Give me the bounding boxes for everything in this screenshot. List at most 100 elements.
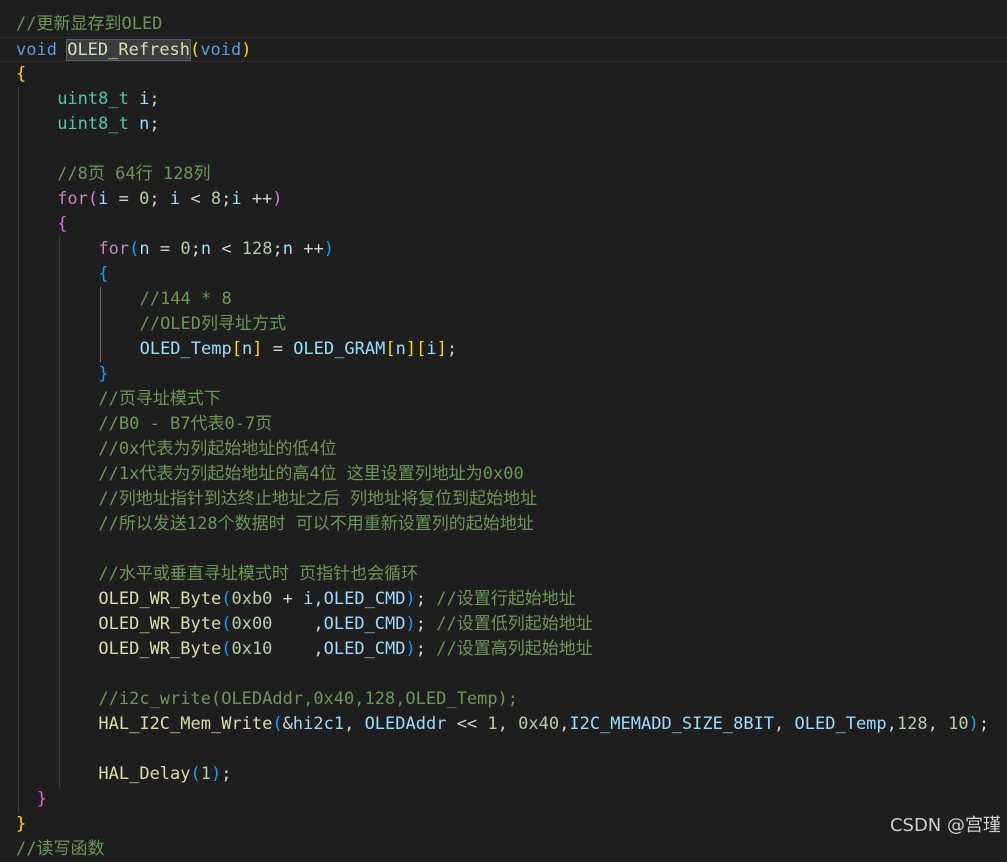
code-token: [: [385, 339, 396, 359]
code-token: 0: [139, 189, 150, 209]
code-token: ;: [415, 639, 437, 659]
code-line[interactable]: [0, 737, 1007, 762]
code-token: ;: [272, 239, 283, 259]
code-line[interactable]: }: [0, 362, 1007, 387]
code-token: i: [139, 89, 150, 109]
code-line[interactable]: uint8_t i;: [0, 87, 1007, 112]
code-token: }: [98, 364, 109, 384]
code-token: (: [190, 764, 201, 784]
code-line[interactable]: //页寻址模式下: [0, 387, 1007, 412]
code-token: //更新显存到OLED: [16, 14, 163, 34]
code-line[interactable]: //8页 64行 128列: [0, 162, 1007, 187]
code-token: ): [241, 40, 252, 60]
code-line[interactable]: //更新显存到OLED: [0, 12, 1007, 37]
code-token: ,: [344, 714, 365, 734]
code-token: //所以发送128个数据时 可以不用重新设置列的起始地址: [98, 514, 534, 534]
code-token: <<: [446, 714, 488, 734]
code-line[interactable]: HAL_Delay(1);: [0, 762, 1007, 787]
code-token: &: [282, 714, 293, 734]
code-token: ,: [272, 639, 324, 659]
code-token: 0: [180, 239, 191, 259]
code-token: OLED_WR_Byte: [98, 639, 222, 659]
code-line[interactable]: void OLED_Refresh(void): [0, 37, 1007, 62]
code-token: (: [272, 714, 283, 734]
code-token: //B0 - B7代表0-7页: [98, 414, 273, 434]
code-token: n: [282, 239, 294, 259]
code-token: ;: [190, 239, 201, 259]
code-token: OLED_GRAM: [293, 339, 386, 359]
code-line[interactable]: OLED_Temp[n] = OLED_GRAM[n][i];: [0, 337, 1007, 362]
code-token: 0x10: [231, 639, 273, 659]
code-line[interactable]: {: [0, 62, 1007, 87]
code-line[interactable]: }: [0, 812, 1007, 837]
code-line[interactable]: OLED_WR_Byte(0xb0 + i,OLED_CMD); //设置行起始…: [0, 587, 1007, 612]
code-line[interactable]: {: [0, 212, 1007, 237]
code-line[interactable]: for(i = 0; i < 8;i ++): [0, 187, 1007, 212]
code-token: OLED_WR_Byte: [98, 589, 222, 609]
code-token: ,: [886, 714, 897, 734]
code-line[interactable]: //i2c_write(OLEDAddr,0x40,128,OLED_Temp)…: [0, 687, 1007, 712]
code-line[interactable]: }: [0, 787, 1007, 812]
code-line[interactable]: [0, 537, 1007, 562]
code-token: ;: [415, 589, 437, 609]
code-token: for: [57, 189, 88, 209]
code-token: ): [405, 589, 416, 609]
code-token: ]: [252, 339, 263, 359]
code-line[interactable]: //144 * 8: [0, 287, 1007, 312]
code-token: i: [231, 189, 242, 209]
code-token: ++: [293, 239, 324, 259]
code-token: ;: [446, 339, 458, 359]
code-token: //0x代表为列起始地址的低4位: [98, 439, 337, 459]
code-token: ,: [313, 589, 324, 609]
code-line[interactable]: HAL_I2C_Mem_Write(&hi2c1, OLEDAddr << 1,…: [0, 712, 1007, 737]
code-line[interactable]: [0, 137, 1007, 162]
code-token: ;: [149, 114, 160, 134]
code-token: =: [262, 339, 294, 359]
code-token: ,: [559, 714, 570, 734]
code-line[interactable]: OLED_WR_Byte(0x10 ,OLED_CMD); //设置高列起始地址: [0, 637, 1007, 662]
code-token: =: [149, 239, 181, 259]
code-token: =: [108, 189, 140, 209]
code-token: OLED_Temp: [794, 714, 887, 734]
code-editor[interactable]: //更新显存到OLED void OLED_Refresh(void){uint8…: [0, 0, 1007, 859]
code-line[interactable]: //水平或垂直寻址模式时 页指针也会循环: [0, 562, 1007, 587]
code-line[interactable]: //OLED列寻址方式: [0, 312, 1007, 337]
code-token: 0x00: [231, 614, 273, 634]
code-token: (: [190, 40, 201, 60]
code-line[interactable]: //读写函数: [0, 837, 1007, 862]
code-token: //读写函数: [16, 839, 105, 859]
code-line[interactable]: //1x代表为列起始地址的高4位 这里设置列地址为0x00: [0, 462, 1007, 487]
code-line[interactable]: //所以发送128个数据时 可以不用重新设置列的起始地址: [0, 512, 1007, 537]
code-token: {: [57, 214, 68, 234]
code-line[interactable]: {: [0, 262, 1007, 287]
code-token: HAL_I2C_Mem_Write: [98, 714, 273, 734]
code-token: 0xb0: [231, 589, 273, 609]
code-token: OLED_WR_Byte: [98, 614, 222, 634]
code-token: }: [36, 789, 47, 809]
code-token: i: [169, 189, 181, 209]
code-token: //列地址指针到达终止地址之后 列地址将复位到起始地址: [98, 489, 538, 509]
code-line[interactable]: //B0 - B7代表0-7页: [0, 412, 1007, 437]
code-token: //水平或垂直寻址模式时 页指针也会循环: [98, 564, 419, 584]
code-line[interactable]: [0, 662, 1007, 687]
code-token: 10: [948, 714, 969, 734]
code-token: OLED_Temp: [139, 339, 232, 359]
code-token: i: [303, 589, 314, 609]
code-token: 8: [210, 189, 222, 209]
code-token: ): [968, 714, 979, 734]
code-line[interactable]: //列地址指针到达终止地址之后 列地址将复位到起始地址: [0, 487, 1007, 512]
code-line[interactable]: OLED_WR_Byte(0x00 ,OLED_CMD); //设置低列起始地址: [0, 612, 1007, 637]
code-token: OLED_Refresh: [66, 39, 192, 61]
code-token: 1: [200, 764, 212, 784]
code-token: //i2c_write(OLEDAddr,0x40,128,OLED_Temp)…: [98, 689, 519, 709]
code-token: void: [200, 40, 242, 60]
code-line[interactable]: uint8_t n;: [0, 112, 1007, 137]
code-line[interactable]: for(n = 0;n < 128;n ++): [0, 237, 1007, 262]
code-token: i: [426, 339, 437, 359]
code-token: //8页 64行 128列: [57, 164, 211, 184]
code-token: ]: [436, 339, 447, 359]
code-token: ++: [241, 189, 273, 209]
code-line[interactable]: //0x代表为列起始地址的低4位: [0, 437, 1007, 462]
